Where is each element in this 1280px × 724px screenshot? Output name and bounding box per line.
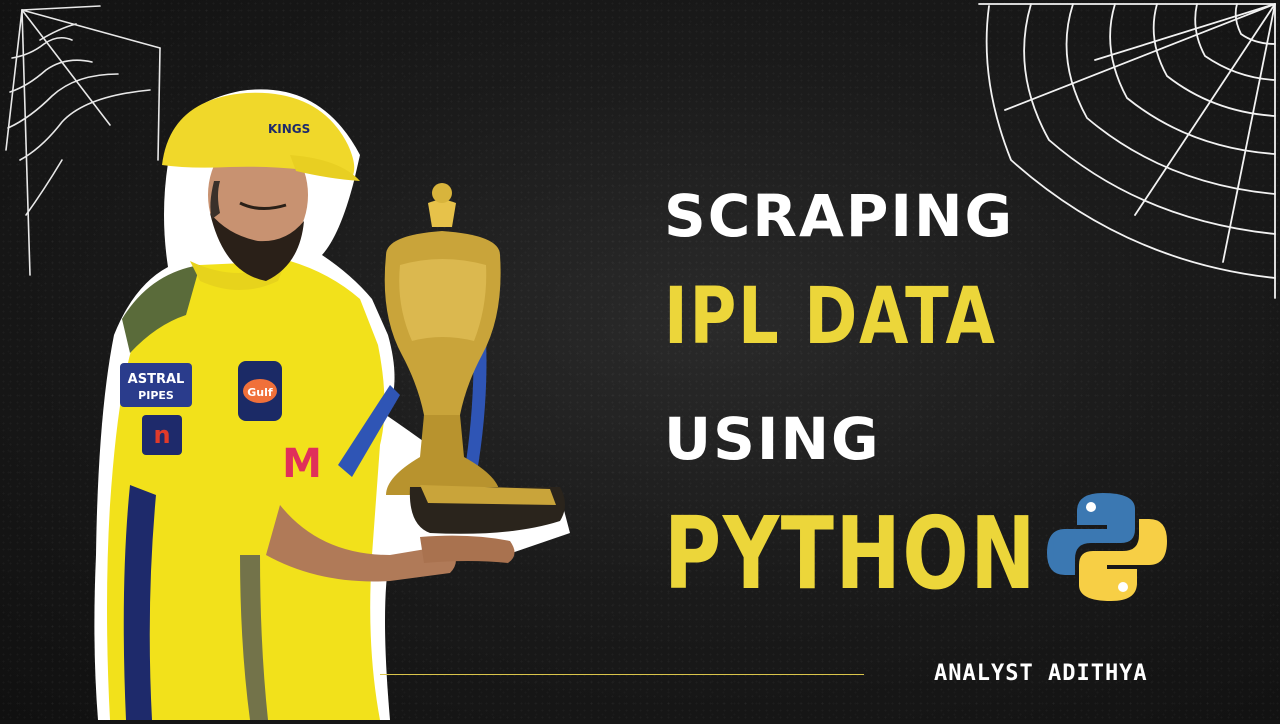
spider-web-top-right-icon (975, 0, 1280, 300)
headline-line-1: SCRAPING (664, 182, 1015, 250)
svg-text:n: n (153, 421, 170, 449)
svg-text:ASTRAL: ASTRAL (128, 372, 185, 387)
headline-line-4: PYTHON (664, 495, 1038, 612)
python-logo-icon (1043, 487, 1171, 611)
svg-text:M: M (282, 441, 322, 487)
author-credit: ANALYST ADITHYA (934, 661, 1148, 686)
player-with-trophy-image: ASTRAL PIPES n Gulf M KINGS (90, 85, 590, 720)
headline-line-3: USING (664, 405, 881, 473)
svg-text:KINGS: KINGS (268, 122, 310, 136)
svg-text:Gulf: Gulf (247, 386, 273, 399)
svg-text:PIPES: PIPES (138, 389, 174, 402)
headline-line-2: IPL DATA (664, 272, 997, 362)
footer-divider (380, 674, 864, 675)
